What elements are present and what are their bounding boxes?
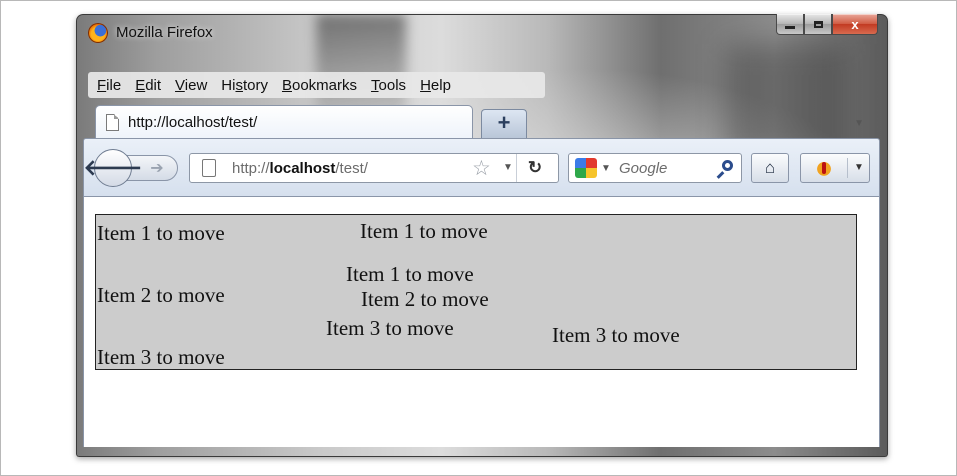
- addon-button[interactable]: ▼: [800, 153, 870, 183]
- url-history-chevron-icon[interactable]: ▼: [503, 162, 513, 173]
- bug-icon: [813, 159, 835, 177]
- browser-window: Mozilla Firefox x File Edit View History…: [76, 14, 888, 457]
- site-identity-icon: [202, 159, 216, 177]
- page-content: Item 1 to move Item 2 to move Item 3 to …: [83, 197, 880, 447]
- google-icon[interactable]: [575, 158, 597, 178]
- navigation-toolbar: ➔ 🡐 http://localhost/test/ ☆ ▼ ↻ ▼ Googl…: [83, 138, 880, 197]
- firefox-logo-icon: [88, 23, 108, 43]
- moved-item[interactable]: Item 3 to move: [552, 323, 680, 348]
- search-engine-chevron-icon[interactable]: ▼: [601, 163, 611, 174]
- moved-item[interactable]: Item 3 to move: [326, 316, 454, 341]
- drag-container: Item 1 to move Item 2 to move Item 3 to …: [95, 214, 857, 370]
- menu-edit[interactable]: Edit: [135, 77, 161, 94]
- page-icon: [106, 114, 119, 131]
- menu-view[interactable]: View: [175, 77, 207, 94]
- menu-bar: File Edit View History Bookmarks Tools H…: [88, 72, 545, 98]
- search-bar[interactable]: ▼ Google: [568, 153, 742, 183]
- list-item[interactable]: Item 2 to move: [97, 283, 225, 308]
- menu-tools[interactable]: Tools: [371, 77, 406, 94]
- maximize-button[interactable]: [804, 14, 832, 35]
- title-bar[interactable]: Mozilla Firefox x: [76, 14, 888, 48]
- list-item[interactable]: Item 3 to move: [97, 345, 225, 370]
- close-button[interactable]: x: [832, 14, 878, 35]
- tab-title: http://localhost/test/: [128, 114, 258, 131]
- reload-icon[interactable]: ↻: [516, 154, 553, 182]
- new-tab-button[interactable]: +: [481, 109, 527, 138]
- back-arrow-icon: 🡐: [83, 155, 143, 180]
- home-button[interactable]: ⌂: [751, 153, 789, 183]
- forward-arrow-icon: ➔: [150, 160, 164, 177]
- close-icon: x: [851, 16, 859, 32]
- back-forward-group: ➔ 🡐: [84, 149, 180, 187]
- menu-help[interactable]: Help: [420, 77, 451, 94]
- star-icon[interactable]: ☆: [472, 156, 491, 181]
- maximize-icon: [813, 20, 823, 28]
- moved-item[interactable]: Item 1 to move: [346, 262, 474, 287]
- addon-chevron-icon[interactable]: ▼: [854, 162, 864, 173]
- addon-separator: [847, 158, 848, 178]
- moved-item[interactable]: Item 2 to move: [361, 287, 489, 312]
- list-item[interactable]: Item 1 to move: [97, 221, 225, 246]
- minimize-icon: [785, 25, 795, 29]
- window-controls: x: [776, 14, 878, 35]
- menu-history[interactable]: History: [221, 77, 268, 94]
- tab-list-chevron-icon[interactable]: ▼: [854, 118, 864, 129]
- moved-item[interactable]: Item 1 to move: [360, 219, 488, 244]
- menu-file[interactable]: File: [97, 77, 121, 94]
- url-bar[interactable]: http://localhost/test/ ☆ ▼ ↻: [189, 153, 559, 183]
- home-icon: ⌂: [764, 158, 776, 177]
- magnifier-icon[interactable]: [722, 160, 733, 171]
- menu-bookmarks[interactable]: Bookmarks: [282, 77, 357, 94]
- minimize-button[interactable]: [776, 14, 804, 35]
- search-input[interactable]: Google: [619, 160, 667, 177]
- back-button[interactable]: 🡐: [84, 149, 143, 187]
- url-text[interactable]: http://localhost/test/: [232, 160, 368, 177]
- tab-active[interactable]: http://localhost/test/: [95, 105, 473, 139]
- window-title: Mozilla Firefox: [116, 24, 213, 41]
